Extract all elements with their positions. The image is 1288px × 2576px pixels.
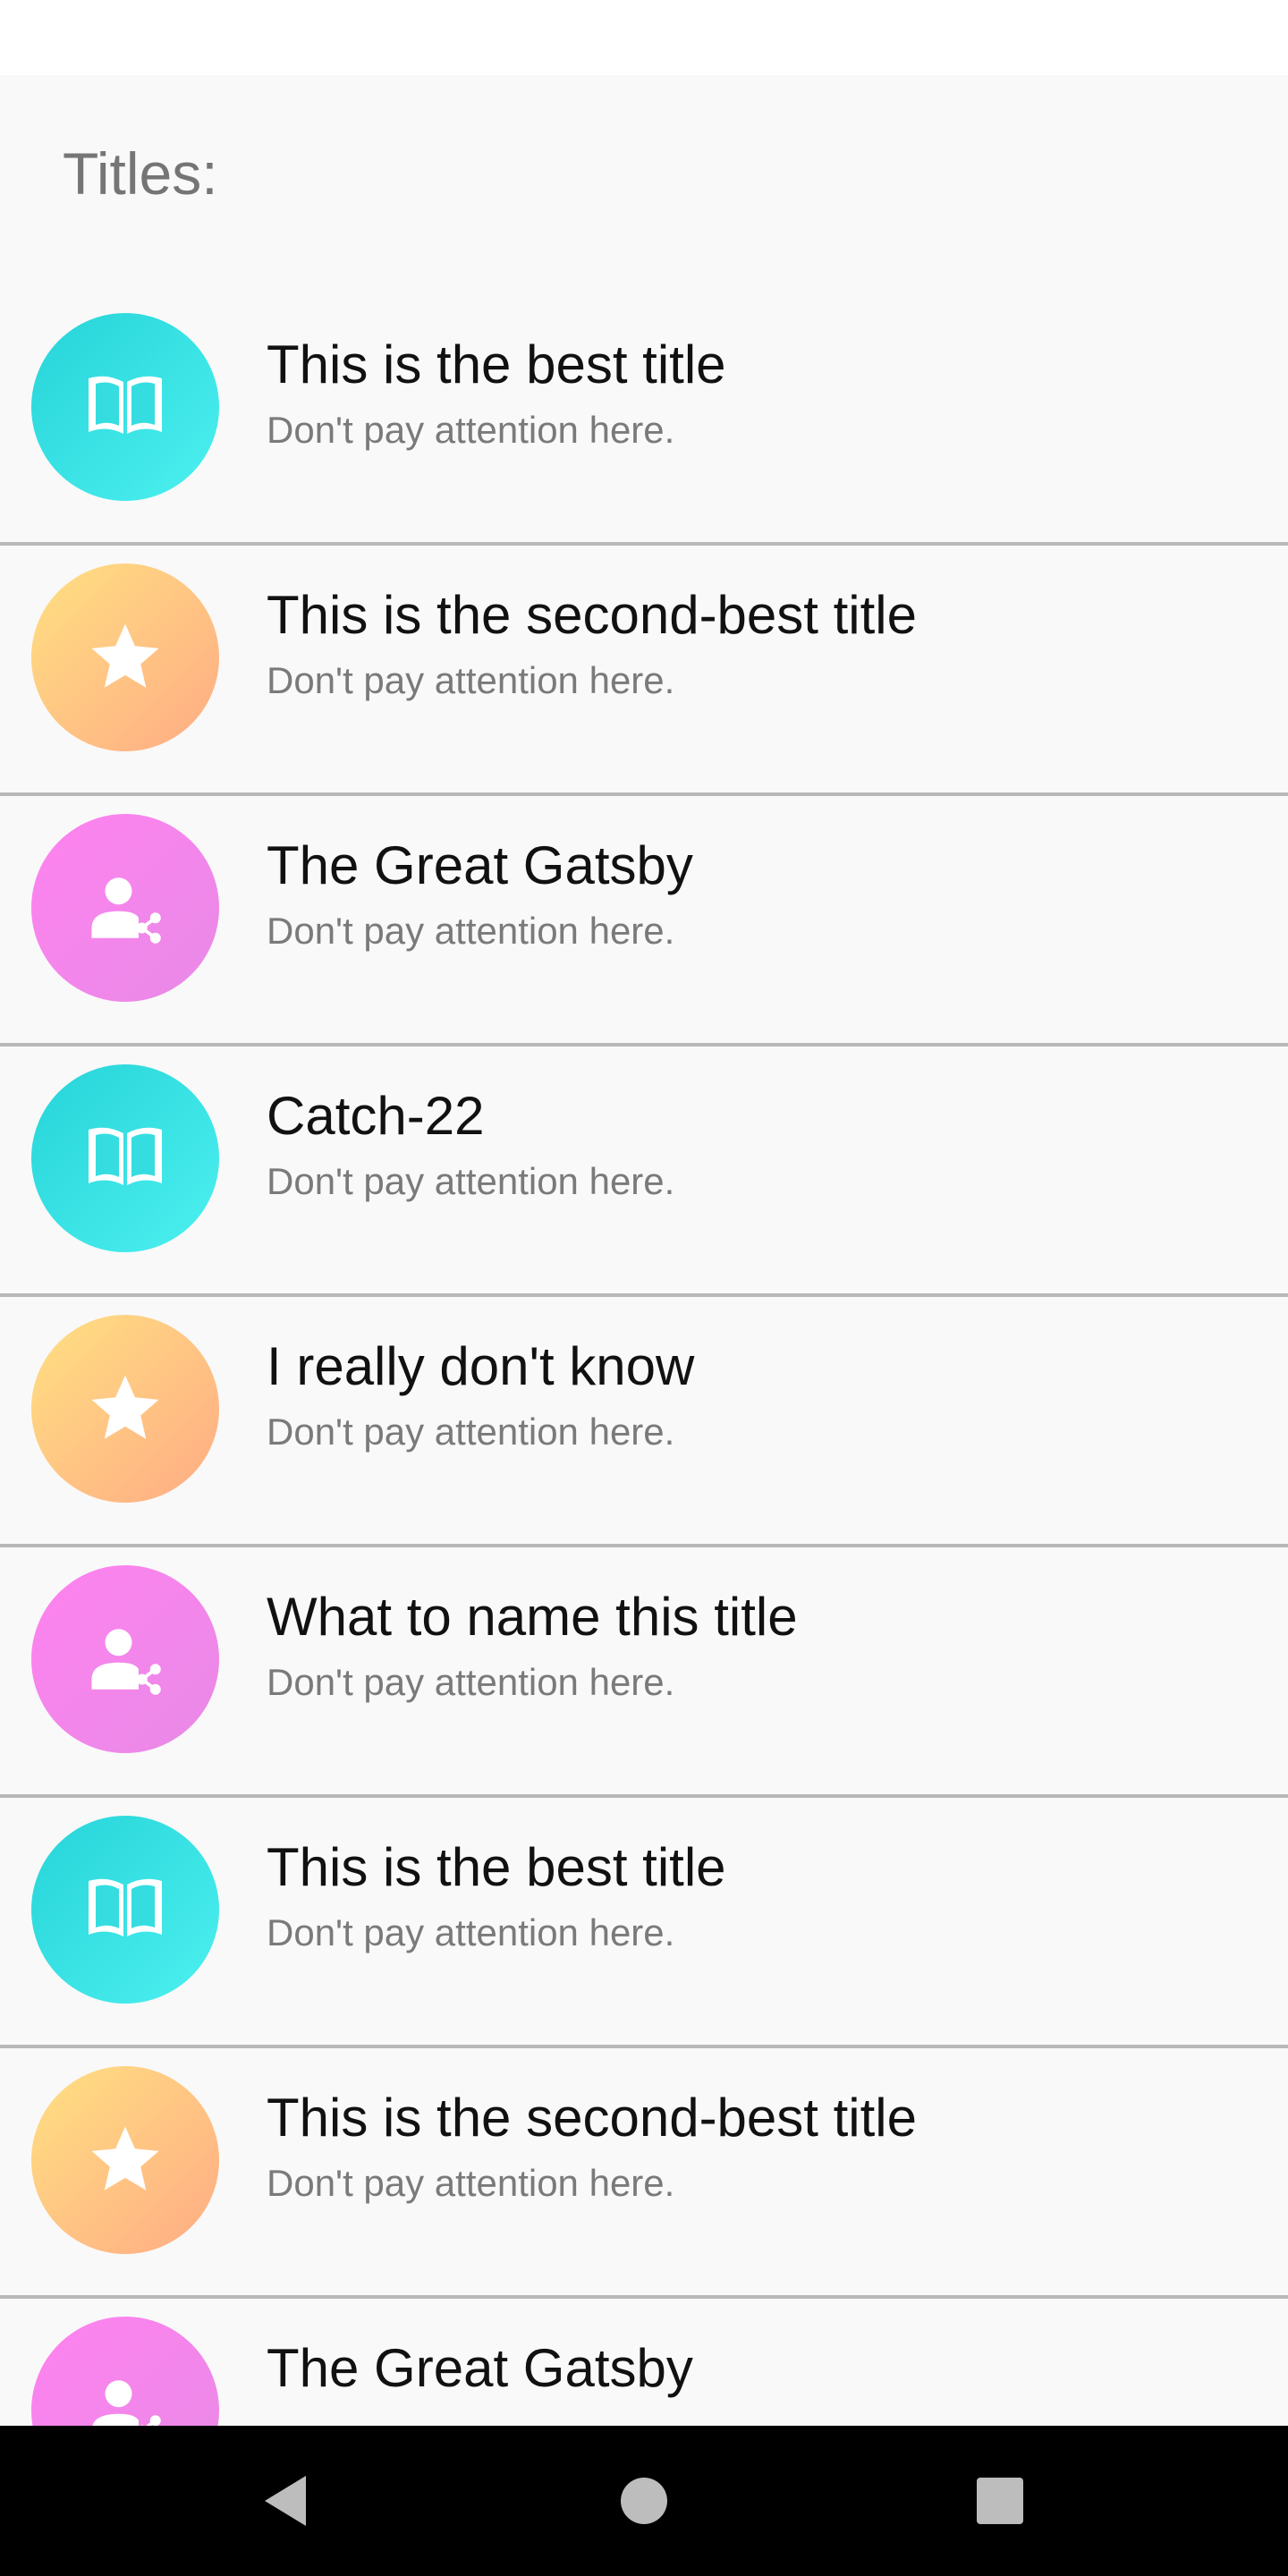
titles-list: This is the best title Don't pay attenti… bbox=[0, 295, 1288, 2426]
item-subtitle: Don't pay attention here. bbox=[267, 659, 675, 701]
star-icon bbox=[31, 1315, 219, 1503]
book-icon bbox=[31, 1064, 219, 1252]
status-bar bbox=[0, 0, 1288, 75]
list-item[interactable]: This is the best title Don't pay attenti… bbox=[0, 1798, 1288, 2048]
item-title: This is the second-best title bbox=[267, 2088, 918, 2148]
star-icon bbox=[31, 564, 219, 751]
item-title: This is the best title bbox=[267, 1837, 726, 1897]
recents-icon[interactable] bbox=[964, 2465, 1036, 2537]
item-subtitle: Don't pay attention here. bbox=[267, 1911, 675, 1953]
navigation-bar bbox=[0, 2426, 1288, 2576]
star-icon bbox=[31, 2066, 219, 2254]
book-icon bbox=[31, 1816, 219, 2004]
list-item[interactable]: The Great Gatsby Don't pay attention her… bbox=[0, 796, 1288, 1046]
list-item[interactable]: Catch-22 Don't pay attention here. bbox=[0, 1046, 1288, 1297]
book-icon bbox=[31, 313, 219, 501]
item-title: Catch-22 bbox=[267, 1086, 485, 1146]
list-item[interactable]: This is the second-best title Don't pay … bbox=[0, 2048, 1288, 2299]
list-item[interactable]: This is the best title Don't pay attenti… bbox=[0, 295, 1288, 546]
item-subtitle: Don't pay attention here. bbox=[267, 409, 675, 451]
item-subtitle: Don't pay attention here. bbox=[267, 910, 675, 952]
item-title: What to name this title bbox=[267, 1587, 798, 1647]
person-share-icon bbox=[31, 2317, 219, 2426]
item-title: I really don't know bbox=[267, 1336, 695, 1396]
item-title: This is the best title bbox=[267, 335, 726, 394]
item-subtitle: Don't pay attention here. bbox=[267, 2162, 675, 2204]
back-icon[interactable] bbox=[250, 2465, 322, 2537]
item-subtitle: Don't pay attention here. bbox=[267, 1661, 675, 1703]
person-share-icon bbox=[31, 814, 219, 1002]
item-title: The Great Gatsby bbox=[267, 2338, 693, 2398]
person-share-icon bbox=[31, 1565, 219, 1753]
section-title: Titles: bbox=[63, 140, 218, 207]
list-item[interactable]: The Great Gatsby bbox=[0, 2299, 1288, 2426]
item-subtitle: Don't pay attention here. bbox=[267, 1411, 675, 1453]
list-item[interactable]: What to name this title Don't pay attent… bbox=[0, 1547, 1288, 1798]
item-title: The Great Gatsby bbox=[267, 835, 693, 895]
main-content: Titles: This is the best title Don't pay… bbox=[0, 75, 1288, 2426]
item-title: This is the second-best title bbox=[267, 585, 918, 645]
item-subtitle: Don't pay attention here. bbox=[267, 1160, 675, 1202]
list-item[interactable]: This is the second-best title Don't pay … bbox=[0, 546, 1288, 796]
list-item[interactable]: I really don't know Don't pay attention … bbox=[0, 1297, 1288, 1547]
home-icon[interactable] bbox=[608, 2465, 680, 2537]
